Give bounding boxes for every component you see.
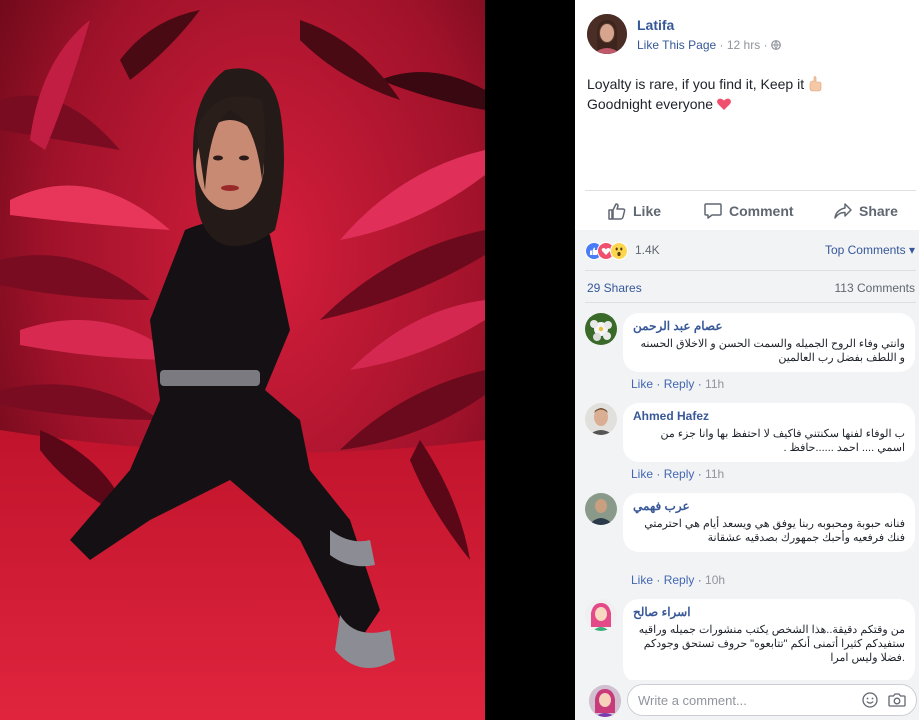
comment-reply-link[interactable]: Reply bbox=[664, 467, 695, 481]
commenter-avatar[interactable] bbox=[585, 493, 617, 525]
comment-button[interactable]: Comment bbox=[703, 196, 794, 226]
comment-input-placeholder: Write a comment... bbox=[638, 693, 747, 708]
commenter-name[interactable]: Ahmed Hafez bbox=[633, 409, 905, 423]
pointing-hand-emoji-icon bbox=[809, 76, 822, 92]
comment-input[interactable]: Write a comment... bbox=[627, 684, 917, 716]
comment-like-link[interactable]: Like bbox=[631, 467, 653, 481]
page-name[interactable]: Latifa bbox=[637, 17, 674, 33]
globe-icon[interactable] bbox=[771, 40, 781, 50]
comment-composer: Write a comment... bbox=[575, 680, 919, 720]
comment-actions: Like · Reply · 11h bbox=[631, 377, 725, 391]
comment-text: وانتي وفاء الروح الجميله والسمت الحسن و … bbox=[640, 338, 905, 364]
comment-time[interactable]: 11h bbox=[705, 467, 724, 481]
comment-actions: Like · Reply · 11h bbox=[631, 467, 725, 481]
wow-icon[interactable] bbox=[610, 242, 628, 260]
like-button[interactable]: Like bbox=[607, 196, 661, 226]
top-comments-dropdown[interactable]: Top Comments ▾ bbox=[825, 243, 915, 257]
emoji-icon[interactable] bbox=[862, 692, 878, 708]
post-actions: Like Comment Share bbox=[585, 196, 916, 226]
comment-text: من وقتكم دقيقة..هذا الشخص يكتب منشورات ج… bbox=[638, 624, 905, 664]
comment-like-link[interactable]: Like bbox=[631, 573, 653, 587]
photo-illustration bbox=[0, 0, 485, 720]
comment-bubble: عصام عبد الرحمن وانتي وفاء الروح الجميله… bbox=[623, 313, 915, 372]
divider bbox=[585, 190, 916, 191]
comment-reply-link[interactable]: Reply bbox=[664, 573, 695, 587]
commenter-avatar[interactable] bbox=[585, 599, 617, 631]
share-button[interactable]: Share bbox=[833, 196, 898, 226]
post-photo[interactable] bbox=[0, 0, 575, 720]
commenter-name[interactable]: عرب فهمي bbox=[633, 499, 905, 513]
shares-count[interactable]: 29 Shares bbox=[587, 281, 642, 295]
share-arrow-icon bbox=[834, 203, 852, 219]
commenter-avatar[interactable] bbox=[585, 313, 617, 345]
post-line-1: Loyalty is rare, if you find it, Keep it bbox=[587, 74, 907, 94]
comment-icon bbox=[704, 203, 722, 219]
comment-time[interactable]: 11h bbox=[705, 377, 724, 391]
comments-count[interactable]: 113 Comments bbox=[835, 281, 915, 295]
meta-separator: · bbox=[763, 38, 771, 52]
comment-bubble: Ahmed Hafez ب الوفاء لفنها سكنتني فاكيف … bbox=[623, 403, 915, 462]
post-text: Loyalty is rare, if you find it, Keep it… bbox=[587, 74, 907, 114]
comment-reply-link[interactable]: Reply bbox=[664, 377, 695, 391]
post-header: Latifa Like This Page · 12 hrs · bbox=[587, 14, 907, 58]
post-line-2: Goodnight everyone bbox=[587, 94, 907, 114]
reaction-count[interactable]: 1.4K bbox=[635, 243, 660, 257]
comment-bubble: عرب فهمي فنانه حبوبة ومحبوبه ربنا يوفق ه… bbox=[623, 493, 915, 552]
comment-time[interactable]: 10h bbox=[705, 573, 725, 587]
comment-bubble: اسراء صالح من وقتكم دقيقة..هذا الشخص يكت… bbox=[623, 599, 915, 683]
post-meta: Like This Page · 12 hrs · bbox=[637, 38, 781, 52]
thumb-up-icon bbox=[608, 203, 626, 220]
divider bbox=[585, 302, 916, 303]
post-panel: Latifa Like This Page · 12 hrs · Loyalty… bbox=[575, 0, 919, 720]
reactions-bar: 1.4K Top Comments ▾ bbox=[585, 240, 915, 262]
commenter-name[interactable]: اسراء صالح bbox=[633, 605, 905, 619]
comment-text: فنانه حبوبة ومحبوبه ربنا يوفق هي ويسعد أ… bbox=[644, 518, 905, 544]
divider bbox=[585, 270, 916, 271]
commenter-avatar[interactable] bbox=[585, 403, 617, 435]
meta-separator: · bbox=[719, 38, 727, 52]
current-user-avatar[interactable] bbox=[589, 685, 621, 717]
comment-like-link[interactable]: Like bbox=[631, 377, 653, 391]
camera-icon[interactable] bbox=[888, 692, 906, 708]
heart-emoji-icon bbox=[717, 98, 732, 110]
like-page-link[interactable]: Like This Page bbox=[637, 38, 716, 52]
post-time[interactable]: 12 hrs bbox=[727, 38, 760, 52]
comment-actions: Like · Reply · 10h bbox=[631, 573, 726, 587]
page-avatar[interactable] bbox=[587, 14, 627, 54]
commenter-name[interactable]: عصام عبد الرحمن bbox=[633, 319, 905, 333]
comment-text: ب الوفاء لفنها سكنتني فاكيف لا احتفظ بها… bbox=[660, 428, 905, 454]
